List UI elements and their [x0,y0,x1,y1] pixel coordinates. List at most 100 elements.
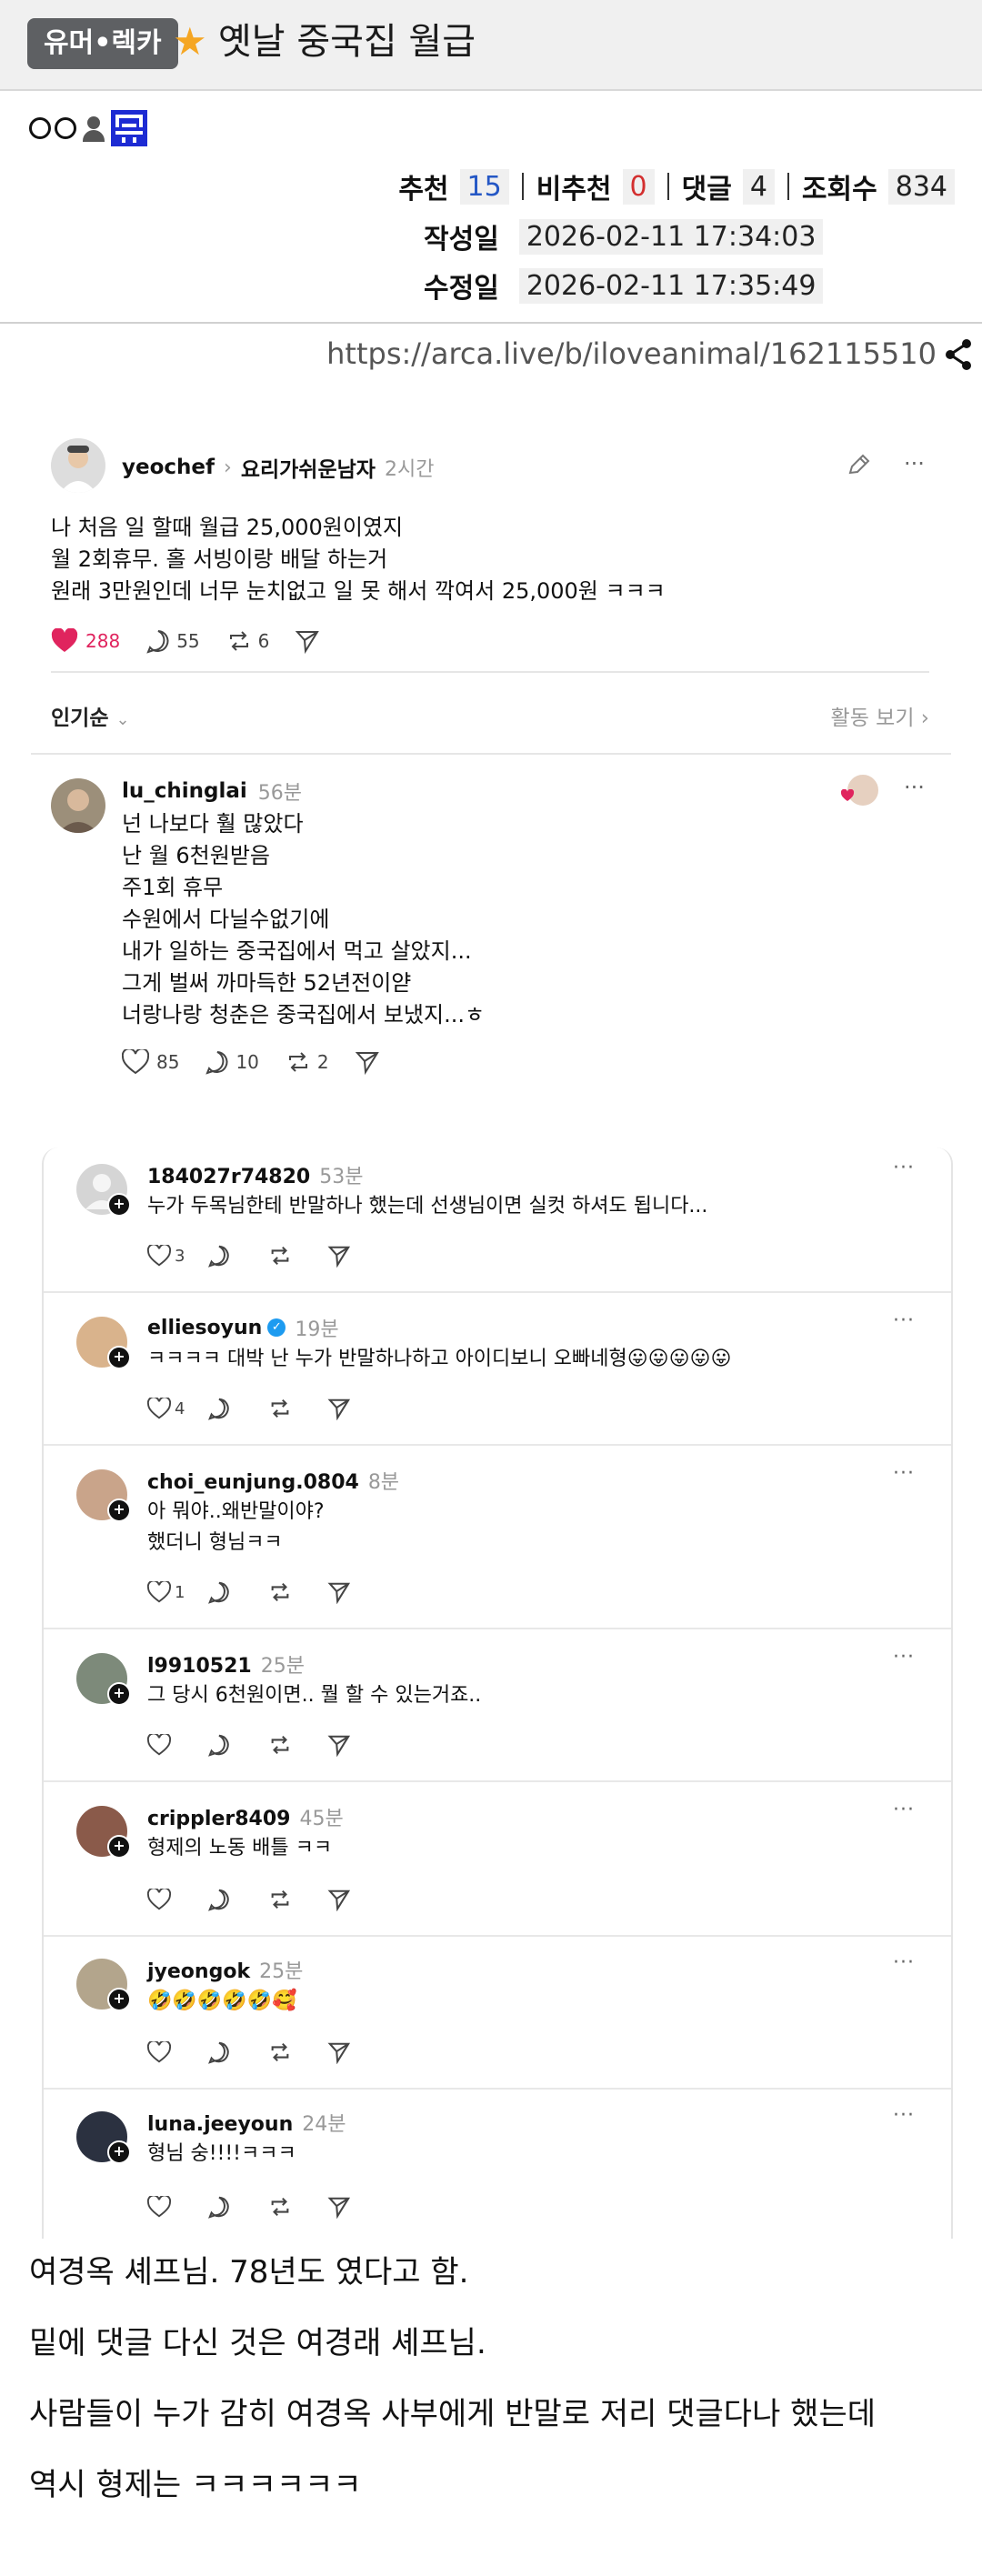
repost-count: 2 [316,1051,329,1073]
reply-icon[interactable] [207,2195,231,2219]
reply-time: 8분 [367,1471,400,1494]
repost-icon[interactable] [225,628,253,654]
repost-icon[interactable] [267,1733,293,1757]
sort-dropdown[interactable]: 인기순 ⌄ [51,700,130,731]
divider [44,1444,951,1446]
reply-actions [147,1886,387,1913]
heart-filled-icon[interactable] [51,628,78,654]
reply-icon[interactable] [207,2040,231,2064]
send-icon[interactable] [327,1244,351,1268]
reply-icon[interactable] [207,1888,231,1911]
repost-icon[interactable] [285,1049,312,1075]
repost-icon[interactable] [267,1888,293,1911]
reply-icon[interactable] [207,1397,231,1420]
edit-pencil-icon[interactable] [846,453,871,478]
reply-time: 25분 [260,1655,305,1678]
follow-plus-icon[interactable]: + [107,1682,131,1706]
heart-icon[interactable] [147,1734,171,1756]
heart-icon[interactable] [147,1889,171,1910]
heart-icon[interactable] [122,1049,149,1075]
heart-icon[interactable] [147,1581,171,1603]
repost-icon[interactable] [267,1244,293,1268]
heart-icon[interactable] [147,2196,171,2218]
more-options-icon[interactable]: ··· [893,1646,915,1669]
follow-plus-icon[interactable]: + [107,1498,131,1522]
reply-line: 넌 나보다 훨 많았다 [122,811,304,837]
reply-actions [147,2039,387,2066]
post-time: 2시간 [384,458,435,481]
repost-icon[interactable] [267,1580,293,1604]
activity-link[interactable]: 활동 보기 › [831,700,929,731]
divider [51,671,929,673]
follow-plus-icon[interactable]: + [107,1193,131,1217]
send-icon[interactable] [327,2040,351,2064]
more-options-icon[interactable]: ··· [893,1309,915,1332]
send-icon[interactable] [327,2195,351,2219]
like-count: 3 [175,1246,185,1266]
heart-icon[interactable] [147,1398,171,1419]
reply-username[interactable]: 184027r74820 [147,1166,310,1188]
share-icon[interactable] [942,336,975,373]
send-icon[interactable] [327,1888,351,1911]
post-topic[interactable]: 요리가쉬운남자 [241,452,376,483]
comments-count: 4 [742,168,775,205]
reply-header: l9910521 25분 [147,1649,305,1679]
reply-username[interactable]: lu_chinglai [122,779,247,803]
reply-username[interactable]: l9910521 [147,1655,252,1678]
reply-username[interactable]: crippler8409 [147,1808,290,1830]
reply-line: 형제의 노동 배틀 ㅋㅋ [147,1837,333,1859]
repost-icon[interactable] [267,1397,293,1420]
reply-username[interactable]: jyeongok [147,1960,250,1983]
category-badge[interactable]: 유머•렉카 [27,18,178,69]
reply-line: 그 당시 6천원이면.. 뭘 할 수 있는거죠.. [147,1684,482,1707]
reply-header: 184027r74820 53분 [147,1160,363,1189]
send-icon[interactable] [295,628,320,654]
heart-icon[interactable] [147,2041,171,2063]
reply-time: 25분 [259,1960,304,1983]
reply-icon[interactable] [207,1244,231,1268]
views-count: 834 [887,168,955,205]
reply-header: lu_chinglai 56분 [122,777,302,806]
send-icon[interactable] [355,1049,380,1075]
more-options-icon[interactable]: ··· [893,1157,915,1179]
reply-username[interactable]: choi_eunjung.0804 [147,1471,359,1494]
more-options-icon[interactable]: ··· [904,775,925,800]
send-icon[interactable] [327,1580,351,1604]
reply-icon[interactable] [207,1580,231,1604]
send-icon[interactable] [327,1397,351,1420]
more-options-icon[interactable]: ··· [893,1462,915,1485]
reply-icon[interactable] [145,628,171,654]
modified-row: 수정일 2026-02-11 17:35:49 [424,264,824,307]
divider [44,1291,951,1293]
reply-time: 45분 [299,1808,344,1830]
user-icon [80,115,107,142]
more-options-icon[interactable]: ··· [893,2104,915,2127]
heart-icon[interactable] [147,1245,171,1267]
follow-plus-icon[interactable]: + [107,1835,131,1859]
author-name-mark [29,117,51,139]
reply-icon[interactable] [207,1733,231,1757]
repost-icon[interactable] [267,2195,293,2219]
more-options-icon[interactable]: ··· [893,1951,915,1974]
author-info[interactable] [29,107,147,149]
reply-actions: 3 [147,1242,387,1269]
follow-plus-icon[interactable]: + [107,1346,131,1369]
send-icon[interactable] [327,1733,351,1757]
reply-icon[interactable] [205,1049,230,1075]
reply-line: 주1회 휴무 [122,875,224,900]
avatar[interactable] [51,778,105,833]
heart-filled-icon [840,789,855,801]
avatar[interactable] [51,438,105,493]
follow-plus-icon[interactable]: + [107,2140,131,2164]
unrecommend-count: 0 [622,168,655,205]
post-username[interactable]: yeochef [122,456,215,479]
repost-icon[interactable] [267,2040,293,2064]
chevron-right-icon: › [224,456,232,479]
more-options-icon[interactable]: ··· [893,1799,915,1821]
more-options-icon[interactable]: ··· [904,451,925,476]
reply-username[interactable]: elliesoyun [147,1317,262,1339]
reply-username[interactable]: luna.jeeyoun [147,2113,293,2136]
like-count: 288 [85,630,121,652]
source-link[interactable]: https://arca.live/b/iloveanimal/16211551… [326,329,937,378]
follow-plus-icon[interactable]: + [107,1988,131,2011]
